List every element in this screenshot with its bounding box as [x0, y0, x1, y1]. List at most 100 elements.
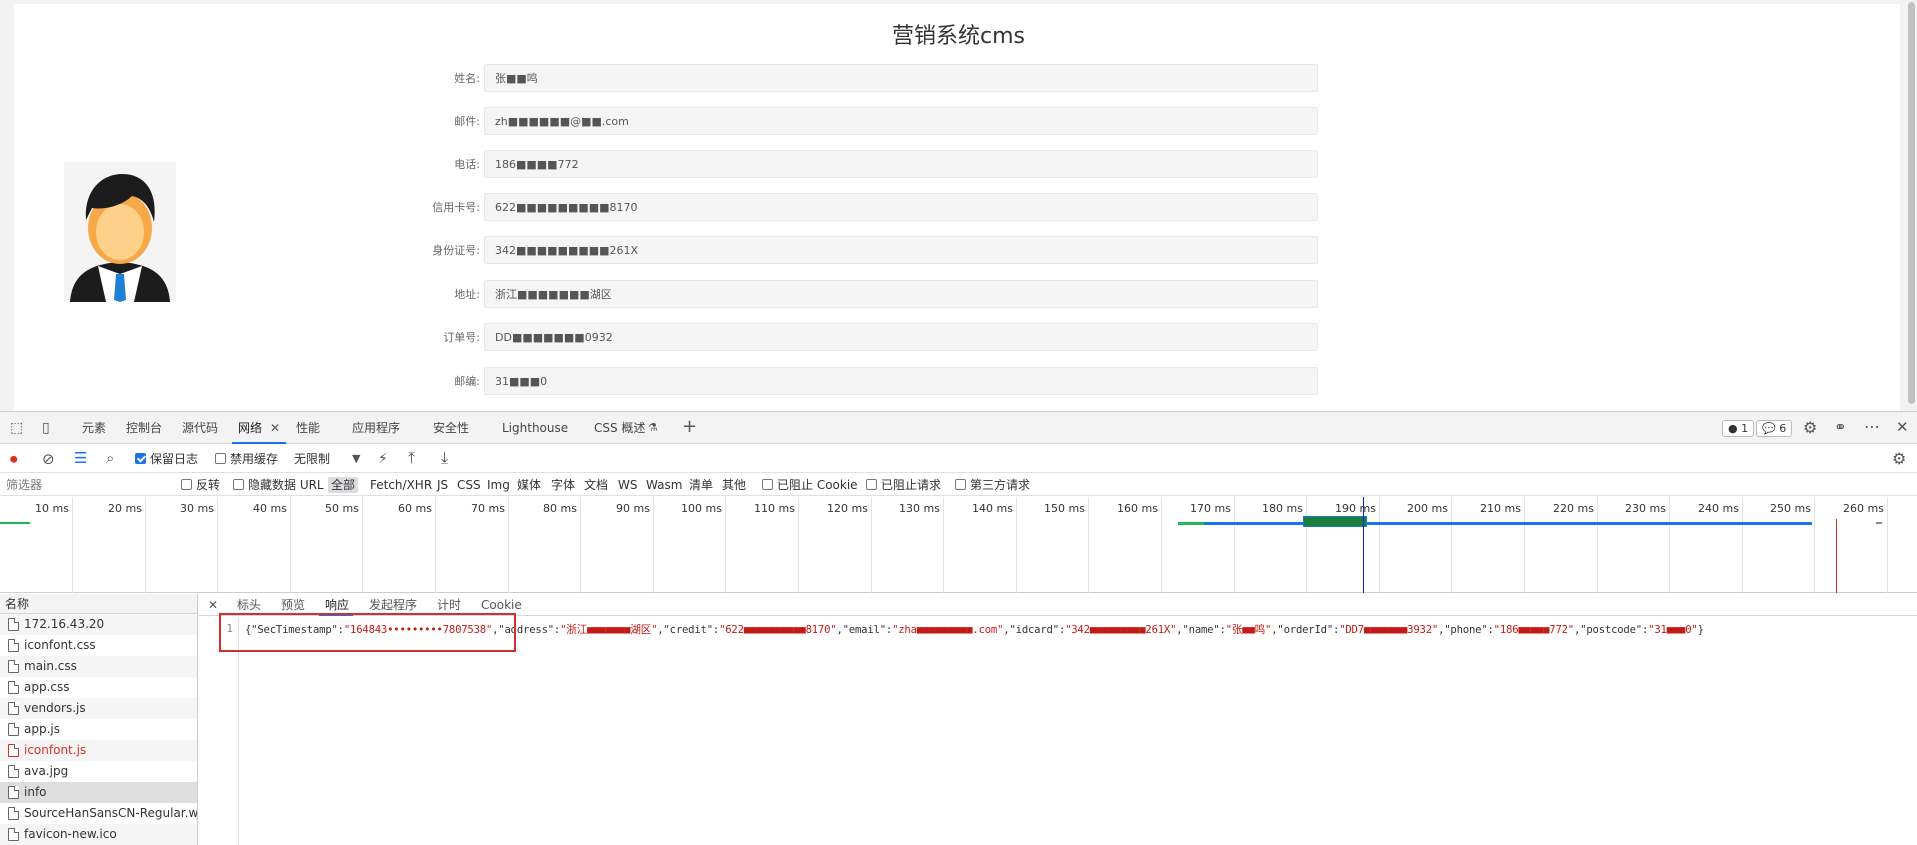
timeline-gridline	[1669, 497, 1670, 593]
clear-icon[interactable]: ⊘	[42, 452, 55, 467]
filter-type-doc[interactable]: 文档	[584, 477, 608, 493]
invert-checkbox[interactable]: 反转	[181, 477, 220, 493]
filter-input[interactable]: 筛选器	[6, 477, 42, 493]
close-detail-icon[interactable]: ✕	[208, 599, 218, 611]
messages-badge[interactable]: 💬 6	[1756, 420, 1793, 437]
inspect-element-icon[interactable]: ⬚	[10, 421, 23, 435]
issues-count: 1	[1741, 422, 1749, 435]
tab-lighthouse[interactable]: Lighthouse	[502, 412, 568, 444]
request-name: favicon-new.ico	[24, 827, 117, 841]
id-card-field[interactable]: 342■■■■■■■■■261X	[484, 236, 1318, 264]
email-field[interactable]: zh■■■■■■@■■.com	[484, 107, 1318, 135]
filter-type-css[interactable]: CSS	[457, 477, 481, 493]
timeline-overview[interactable]: 10 ms 20 ms 30 ms 40 ms 50 ms 60 ms 70 ms 80 ms…	[0, 497, 1917, 593]
customize-icon[interactable]: ⚭	[1834, 420, 1847, 435]
filter-type-font[interactable]: 字体	[551, 477, 575, 493]
page-scrollbar-thumb[interactable]	[1908, 2, 1915, 404]
network-conditions-icon[interactable]: ⚡	[378, 452, 388, 466]
json-value: "186■■■■■772"	[1493, 624, 1575, 636]
request-row[interactable]: ava.jpg	[0, 761, 197, 782]
network-settings-icon[interactable]: ⚙	[1892, 451, 1906, 467]
request-row[interactable]: vendors.js	[0, 698, 197, 719]
tab-preview[interactable]: 预览	[281, 597, 305, 613]
timeline-gridline	[1379, 497, 1380, 593]
filter-type-fetch-xhr[interactable]: Fetch/XHR	[370, 477, 432, 493]
filter-type-media[interactable]: 媒体	[517, 477, 541, 493]
request-row[interactable]: app.css	[0, 677, 197, 698]
order-id-field[interactable]: DD■■■■■■■0932	[484, 323, 1318, 351]
filter-type-img[interactable]: Img	[487, 477, 510, 493]
export-har-icon[interactable]: ⤓	[441, 450, 448, 466]
filter-type-js[interactable]: JS	[437, 477, 448, 493]
timeline-gridline	[1016, 497, 1017, 593]
request-row[interactable]: iconfont.js	[0, 740, 197, 761]
tab-sources[interactable]: 源代码	[182, 412, 218, 444]
request-row[interactable]: 172.16.43.20	[0, 614, 197, 635]
request-name: iconfont.js	[24, 743, 87, 757]
request-name: info	[24, 785, 47, 799]
name-field[interactable]: 张■■鸣	[484, 64, 1318, 92]
experiment-icon: ⚗	[648, 421, 658, 434]
close-tab-icon[interactable]: ✕	[270, 422, 280, 434]
request-row[interactable]: SourceHanSansCN-Regular.w...	[0, 803, 197, 824]
tab-response[interactable]: 响应	[325, 597, 349, 613]
third-party-checkbox[interactable]: 第三方请求	[955, 477, 1030, 493]
search-icon[interactable]: ⌕	[106, 451, 114, 466]
close-devtools-icon[interactable]: ✕	[1896, 420, 1909, 435]
timeline-selected-request[interactable]	[1303, 516, 1367, 527]
tab-elements[interactable]: 元素	[82, 412, 106, 444]
address-field[interactable]: 浙江■■■■■■■湖区	[484, 280, 1318, 308]
filter-type-wasm[interactable]: Wasm	[646, 477, 682, 493]
timeline-gridline	[871, 497, 872, 593]
form-row-postcode: 邮编: 31■■■0	[380, 367, 1318, 395]
file-icon	[8, 681, 19, 694]
tab-headers[interactable]: 标头	[237, 597, 261, 613]
postcode-field[interactable]: 31■■■0	[484, 367, 1318, 395]
import-har-icon[interactable]: ⤒	[408, 450, 415, 466]
add-tab-icon[interactable]: +	[682, 418, 697, 436]
filter-type-ws[interactable]: WS	[618, 477, 637, 493]
request-row[interactable]: main.css	[0, 656, 197, 677]
tab-performance[interactable]: 性能	[296, 412, 320, 444]
disable-cache-checkbox[interactable]: 禁用缓存	[215, 451, 278, 467]
blocked-cookies-checkbox[interactable]: 已阻止 Cookie	[762, 477, 858, 493]
file-icon	[8, 723, 19, 736]
device-toolbar-icon[interactable]: ▯	[42, 421, 50, 435]
tab-console[interactable]: 控制台	[126, 412, 162, 444]
tab-application[interactable]: 应用程序	[352, 412, 400, 444]
timeline-tick-label: 230 ms	[1625, 502, 1666, 515]
record-icon[interactable]: ⏺	[10, 452, 18, 467]
filter-type-all[interactable]: 全部	[328, 477, 359, 493]
column-header-name[interactable]: 名称	[0, 594, 197, 614]
request-row[interactable]: favicon-new.ico	[0, 824, 197, 845]
filter-type-other[interactable]: 其他	[722, 477, 746, 493]
filter-type-manifest[interactable]: 清单	[689, 477, 713, 493]
tab-timing[interactable]: 计时	[437, 597, 461, 613]
tab-cookies[interactable]: Cookie	[481, 597, 522, 613]
tab-security[interactable]: 安全性	[433, 412, 469, 444]
form-label: 身份证号:	[432, 244, 480, 257]
chevron-down-icon[interactable]: ▼	[352, 453, 360, 464]
timeline-tick-label: 130 ms	[899, 502, 940, 515]
preserve-log-label: 保留日志	[150, 452, 199, 466]
tab-network[interactable]: 网络	[238, 412, 262, 444]
blocked-requests-checkbox[interactable]: 已阻止请求	[866, 477, 941, 493]
form-label: 订单号:	[443, 331, 480, 344]
request-row[interactable]: iconfont.css	[0, 635, 197, 656]
filter-icon[interactable]: ☰	[74, 451, 87, 466]
phone-field[interactable]: 186■■■■772	[484, 150, 1318, 178]
request-row[interactable]: app.js	[0, 719, 197, 740]
devtools-panel: ⬚ ▯ 元素 控制台 源代码 网络 ✕ 性能 应用程序 安全性 Lighthou…	[0, 411, 1917, 845]
credit-card-field[interactable]: 622■■■■■■■■■8170	[484, 193, 1318, 221]
tab-css-overview[interactable]: CSS 概述	[594, 412, 645, 444]
request-row[interactable]: info	[0, 782, 197, 803]
throttle-select[interactable]: 无限制	[294, 451, 330, 467]
more-options-icon[interactable]: ⋯	[1864, 419, 1880, 435]
preserve-log-checkbox[interactable]: 保留日志	[135, 451, 198, 467]
hide-data-urls-checkbox[interactable]: 隐藏数据 URL	[233, 477, 324, 493]
issues-badge[interactable]: ● 1	[1722, 420, 1755, 437]
tab-initiator[interactable]: 发起程序	[369, 597, 417, 613]
form-label: 邮编:	[454, 375, 480, 388]
settings-icon[interactable]: ⚙	[1803, 420, 1817, 436]
timeline-tick-label: 220 ms	[1553, 502, 1594, 515]
